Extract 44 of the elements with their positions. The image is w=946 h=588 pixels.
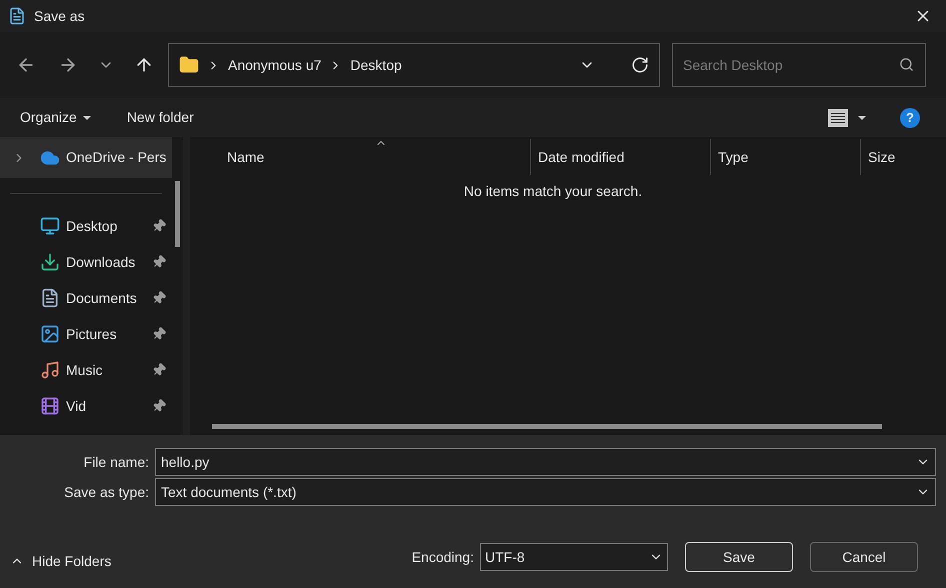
empty-message: No items match your search. xyxy=(462,182,644,201)
save-button[interactable]: Save xyxy=(685,542,793,572)
caret-icon xyxy=(858,116,866,120)
sidebar-item[interactable]: Pictures xyxy=(0,316,172,352)
field-label: Encoding: xyxy=(412,548,474,567)
search-icon xyxy=(899,57,914,72)
breadcrumb[interactable]: Desktop xyxy=(350,54,402,76)
folder-icon xyxy=(179,55,199,75)
file-name-field[interactable]: hello.py xyxy=(155,448,936,476)
file-type-dropdown[interactable]: Text documents (*.txt) xyxy=(155,478,936,506)
column-header[interactable]: Type xyxy=(710,139,860,175)
address-bar[interactable]: Anonymous u7 Desktop xyxy=(168,43,660,87)
sidebar-item[interactable]: Music xyxy=(0,352,172,388)
download-icon xyxy=(40,252,60,272)
organize-button[interactable]: Organize xyxy=(20,107,91,128)
encoding-dropdown[interactable]: UTF-8 xyxy=(480,543,668,571)
sidebar-item[interactable]: OneDrive - Pers xyxy=(0,137,172,178)
new-folder-button[interactable]: New folder xyxy=(126,107,194,128)
sidebar-item[interactable]: Vid xyxy=(0,388,172,424)
window-title: Save as xyxy=(34,6,85,26)
column-header[interactable]: Size xyxy=(860,139,946,175)
field-label: File name: xyxy=(82,452,149,472)
breadcrumb[interactable]: Anonymous u7 xyxy=(228,54,322,76)
sidebar-item[interactable]: Downloads xyxy=(0,244,172,280)
cancel-button[interactable]: Cancel xyxy=(810,542,918,572)
refresh-icon[interactable] xyxy=(631,56,649,74)
list-view-icon xyxy=(828,108,848,126)
sidebar-item[interactable]: Desktop xyxy=(0,208,172,244)
column-header[interactable]: Name xyxy=(220,139,530,175)
scrollbar-thumb[interactable] xyxy=(175,181,180,247)
music-icon xyxy=(40,360,60,380)
picture-icon xyxy=(40,324,60,344)
caret-icon xyxy=(82,116,91,120)
search-field[interactable]: Search Desktop xyxy=(672,43,926,87)
column-header[interactable]: Date modified xyxy=(530,139,710,175)
notepad-icon xyxy=(8,7,26,25)
sidebar-item[interactable]: Documents xyxy=(0,280,172,316)
field-label: Save as type: xyxy=(63,482,149,502)
horizontal-scrollbar[interactable] xyxy=(212,424,882,429)
document-icon xyxy=(40,288,60,308)
view-button[interactable] xyxy=(828,108,866,126)
hide-folders-button[interactable]: Hide Folders xyxy=(10,550,112,572)
desktop-icon xyxy=(40,216,60,236)
video-icon xyxy=(40,396,60,416)
